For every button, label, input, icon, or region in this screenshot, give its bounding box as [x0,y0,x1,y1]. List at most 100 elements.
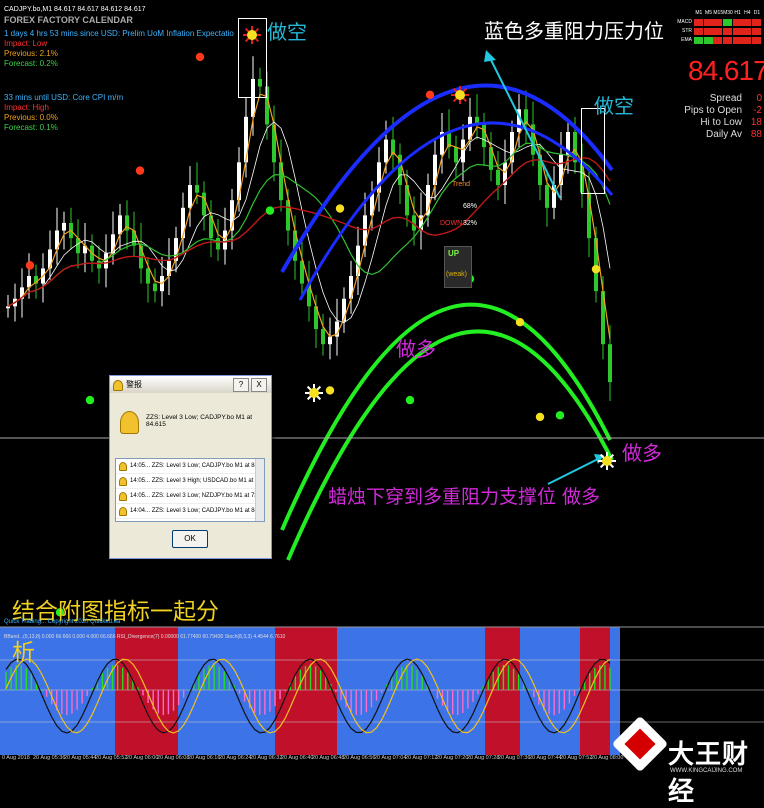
candle-body [202,192,206,216]
time-tick: 20 Aug 06:56 [343,755,376,761]
alert-text: ZZS: Level 3 High; USDCAD.bo M1 at 1... [151,478,264,484]
sub-window-label: Quick Trading... Copyright 2020 Quicked.… [4,619,121,625]
time-tick: 20 Aug 06:24 [219,755,252,761]
signal-row-label: STR [682,28,692,34]
buy-burst-icon [598,452,616,470]
sell-box-1 [238,18,267,98]
tf-header-M15: M15 [713,10,724,16]
signal-cell [742,37,752,44]
signal-cell [694,37,703,44]
candle-body [195,185,199,193]
candle-body [384,139,388,163]
signal-cell [713,19,723,26]
list-scrollbar[interactable] [255,459,264,521]
current-price: 84.617 [688,55,764,86]
candle-body [328,336,332,345]
signal-dot [85,395,95,405]
dialog-title: 警报 [126,380,142,389]
alert-row[interactable]: 14:05... ZZS: Level 3 Low; CADJPY.bo M1 … [116,459,264,474]
burst-core [455,90,465,100]
alert-bell-icon [120,411,139,434]
signal-dot [265,206,275,215]
alert-row[interactable]: 14:05... ZZS: Level 3 High; USDCAD.bo M1… [116,474,264,489]
news-block-1: 1 days 4 hrs 53 mins since USD: Prelim U… [4,29,234,69]
alert-row[interactable]: 14:05... ZZS: Level 3 Low; NZDJPY.bo M1 … [116,489,264,504]
dialog-titlebar[interactable]: 警报 ? X [110,376,271,393]
signal-cell [703,19,713,26]
alert-dialog[interactable]: 警报 ? X ZZS: Level 3 Low; CADJPY.bo M1 at… [109,375,272,559]
signal-row-label: MACD [677,19,692,25]
time-axis: 0 Aug 2018 20 Aug 05:36 20 Aug 05:44 20 Aug… [0,755,623,767]
bell-icon [119,507,127,516]
bell-icon [119,462,127,471]
signal-cell [723,19,733,26]
signal-cell [752,28,762,35]
up-label: UP [448,249,460,258]
down-percent: 32% [463,220,478,227]
signal-dot [325,386,335,395]
time-tick: 20 Aug 05:44 [64,755,97,761]
oversold-zone [580,627,610,755]
signal-panel: M1 M5 M15 M30 H1 H4 D1 MACD STR EMA 84.617 Sprea… [668,10,764,150]
alert-message: ZZS: Level 3 Low; CADJPY.bo M1 at 84.615 [146,414,253,428]
candle-body [608,344,612,383]
signal-cell [742,19,752,26]
tf-header-M1: M1 [695,10,703,16]
candle-body [118,215,122,235]
news-impact: Impact: Low [4,39,48,48]
alert-text: ZZS: Level 3 Low; CADJPY.bo M1 at 84... [151,463,263,469]
close-button[interactable]: X [251,378,267,392]
time-tick: 20 Aug 06:16 [188,755,221,761]
stat-label: Pips to Open [684,105,742,116]
candle-body [97,260,101,269]
time-tick: 20 Aug 07:36 [498,755,531,761]
alert-history-list[interactable]: 14:05... ZZS: Level 3 Low; CADJPY.bo M1 … [115,458,265,522]
ok-button[interactable]: OK [172,530,208,548]
candle-body [454,147,458,163]
signal-cell [703,28,713,35]
timeframe-header: M1 M5 M15 M30 H1 H4 D1 [694,10,762,16]
help-button[interactable]: ? [233,378,249,392]
news-headline: 1 days 4 hrs 53 mins since USD: Prelim U… [4,29,234,38]
signal-row: EMA [668,37,762,45]
signal-dot [515,318,525,327]
time-tick: 20 Aug 06:32 [250,755,283,761]
sell-burst-icon [451,86,469,104]
alert-time: 14:04... [130,508,152,514]
resistance-label: 蓝色多重阻力压力位 [484,19,664,43]
buy-label-1: 做多 [396,337,436,361]
news-previous: Previous: 2.1% [4,49,58,58]
candle-body [244,116,248,163]
signal-cell [694,19,703,26]
sub-indicator-values: BBand...(6,13,8) 0.000 66.666 0.000 4.00… [4,634,286,640]
oversold-zone [275,627,337,755]
candle-body [62,222,66,231]
symbol-header: CADJPY.bo,M1 84.617 84.617 84.612 84.617 [4,6,146,13]
candle-body [594,238,598,292]
down-label: DOWN [440,220,463,227]
signal-dot [555,411,565,420]
trend-label: Trend [452,181,471,188]
alert-row[interactable]: 14:04... ZZS: Level 3 Low; CADJPY.bo M1 … [116,504,264,519]
stat-label: Daily Av [706,129,742,140]
candle-body [545,185,549,208]
bell-icon [119,477,127,486]
candle-body [482,124,486,148]
stat-row: Daily Av 88 [668,129,762,141]
signal-cell [752,37,762,44]
stats-list: Spread 0 Pips to Open -2 Hi to Low 18 Daily Av… [668,93,762,141]
signal-dot [405,395,415,405]
signal-cell [752,19,762,26]
stat-label: Hi to Low [700,117,742,128]
signal-dot [591,264,601,274]
signal-dot [135,166,145,175]
news-forecast: Forecast: 0.2% [4,59,58,68]
signal-cell [713,37,723,44]
tf-header-D1: D1 [753,10,761,16]
signal-cell [723,37,733,44]
sell-label-2: 做空 [594,94,634,118]
signal-dot [335,204,345,213]
alert-time: 14:05... [130,493,152,499]
alert-time: 14:05... [130,463,152,469]
news-impact: Impact: High [4,103,49,112]
